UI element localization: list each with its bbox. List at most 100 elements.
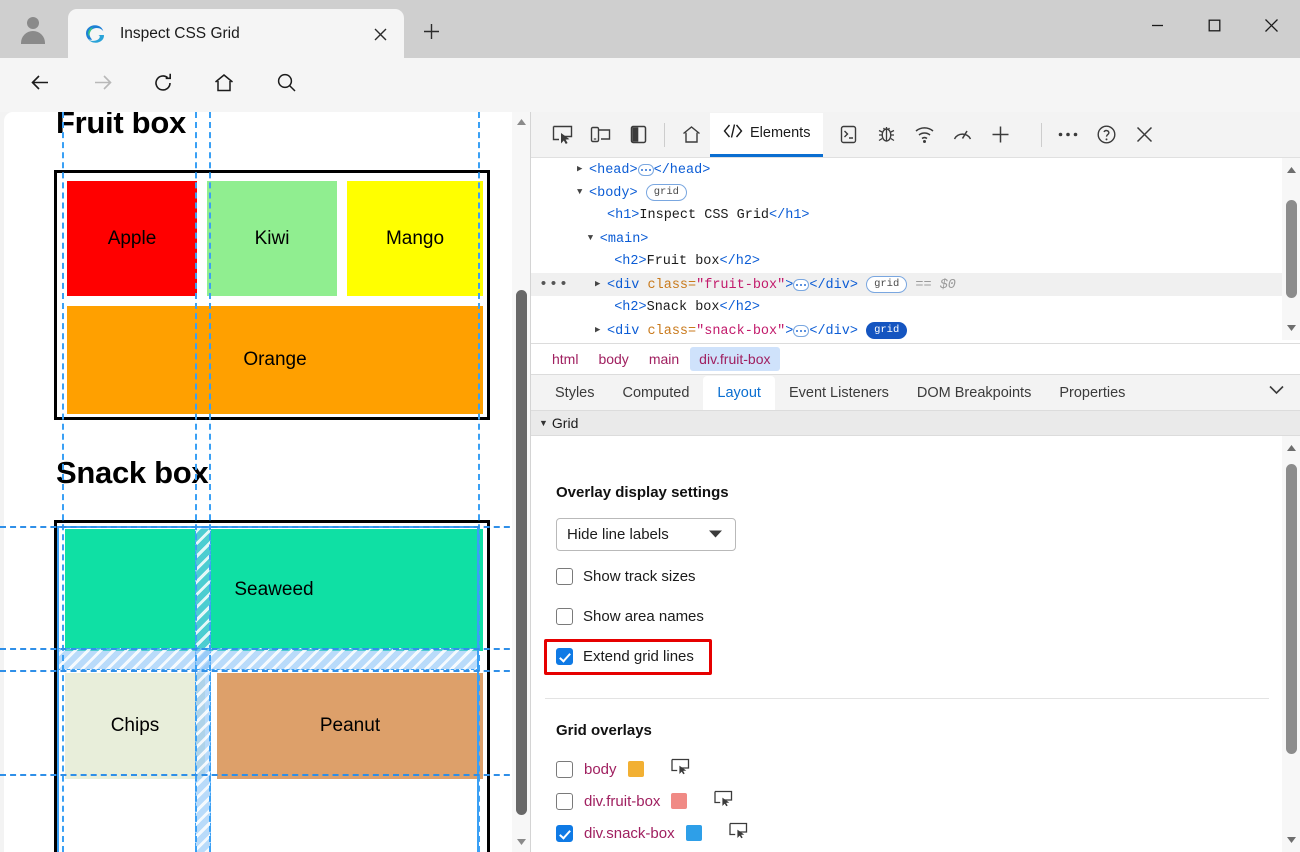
row-menu-icon[interactable]: •••: [539, 273, 569, 296]
checkbox-box[interactable]: [556, 568, 573, 585]
overlay-color-swatch[interactable]: [685, 825, 702, 841]
expand-triangle-icon[interactable]: ▶: [577, 158, 589, 181]
scroll-up-arrow-icon[interactable]: [1282, 160, 1300, 180]
search-icon: [276, 72, 297, 98]
snack-cell-seaweed: Seaweed: [65, 529, 483, 651]
page-canvas: Fruit box Apple Kiwi Mango Orange Snack …: [4, 112, 512, 852]
show-element-icon[interactable]: [714, 790, 734, 812]
dom-tree-row[interactable]: <h2>Snack box</h2>: [531, 296, 1300, 319]
profile-button[interactable]: [10, 8, 56, 50]
expand-children-icon[interactable]: [793, 278, 810, 291]
breadcrumb-item-div-fruit-box[interactable]: div.fruit-box: [690, 347, 780, 371]
checkbox-box[interactable]: [556, 824, 573, 842]
scroll-down-arrow-icon[interactable]: [1282, 318, 1300, 338]
collapse-triangle-icon[interactable]: ▼: [577, 181, 589, 204]
panel-tab-properties[interactable]: Properties: [1045, 376, 1139, 410]
dom-tree-row[interactable]: ▶ <head> </head>: [531, 158, 1300, 181]
expand-children-icon[interactable]: [637, 163, 654, 176]
maximize-button[interactable]: [1186, 0, 1243, 50]
close-window-button[interactable]: [1243, 0, 1300, 50]
checkbox-extend-grid-lines[interactable]: Extend grid lines: [556, 648, 694, 665]
overlay-color-swatch[interactable]: [671, 793, 688, 809]
overlay-row-body[interactable]: body: [556, 758, 691, 780]
more-tools-plus-icon[interactable]: [981, 116, 1019, 154]
scroll-down-arrow-icon[interactable]: [1282, 830, 1300, 850]
devtools-close-icon[interactable]: [1125, 116, 1163, 154]
refresh-button[interactable]: [145, 68, 181, 102]
dom-tree-row[interactable]: ▼ <body> grid: [531, 181, 1300, 204]
overlay-label: div.snack-box: [584, 824, 675, 842]
show-element-icon[interactable]: [670, 758, 691, 780]
overlay-row-fruit-box[interactable]: div.fruit-box: [556, 790, 734, 812]
bug-debugger-icon[interactable]: [867, 116, 905, 154]
layout-scrollbar-thumb[interactable]: [1286, 464, 1297, 754]
panel-tab-dom-breakpoints[interactable]: DOM Breakpoints: [903, 376, 1045, 410]
dom-tree-row[interactable]: ••• ▶ <div class="fruit-box"> </div> grid =…: [531, 273, 1300, 296]
breadcrumb-item-main[interactable]: main: [640, 347, 688, 371]
show-element-icon[interactable]: [728, 822, 749, 844]
checkbox-box[interactable]: [556, 792, 573, 810]
page-scrollbar[interactable]: [512, 112, 530, 852]
network-wifi-icon[interactable]: [905, 116, 943, 154]
home-icon[interactable]: [672, 116, 710, 154]
overlay-label: div.fruit-box: [584, 792, 661, 810]
grid-line-horizontal: [0, 648, 530, 650]
expand-triangle-icon[interactable]: ▶: [595, 319, 607, 340]
panel-tab-layout[interactable]: Layout: [703, 375, 775, 410]
page-scrollbar-thumb[interactable]: [516, 290, 527, 815]
dom-tree-scrollbar[interactable]: [1282, 158, 1300, 340]
checkbox-show-area-names[interactable]: Show area names: [556, 608, 704, 625]
overlay-row-snack-box[interactable]: div.snack-box: [556, 822, 749, 844]
panel-tab-styles[interactable]: Styles: [541, 376, 609, 410]
dom-tree-row[interactable]: ▼ <main>: [531, 227, 1300, 250]
devtools-more-options-icon[interactable]: [1049, 116, 1087, 154]
checkbox-box[interactable]: [556, 648, 573, 665]
browser-tab[interactable]: Inspect CSS Grid: [68, 9, 404, 58]
home-button[interactable]: [206, 68, 242, 102]
grid-line-vertical: [62, 112, 64, 852]
console-terminal-icon[interactable]: [829, 116, 867, 154]
dom-tree-row[interactable]: ▶ <div class="snack-box"> </div> grid: [531, 319, 1300, 340]
tab-elements[interactable]: Elements: [710, 112, 824, 157]
back-button[interactable]: [22, 68, 58, 102]
chevron-down-icon[interactable]: [1268, 383, 1285, 401]
grid-badge[interactable]: grid: [866, 276, 908, 293]
dual-screen-icon[interactable]: [619, 116, 657, 154]
layout-panel-scrollbar[interactable]: [1282, 436, 1300, 852]
scroll-up-arrow-icon[interactable]: [1282, 438, 1300, 458]
expand-triangle-icon[interactable]: ▶: [595, 273, 607, 296]
panel-tab-bar[interactable]: Styles Computed Layout Event Listeners DOM B…: [531, 375, 1300, 411]
dom-tree-row[interactable]: <h2>Fruit box</h2>: [531, 250, 1300, 273]
panel-tab-computed[interactable]: Computed: [609, 376, 704, 410]
breadcrumb-item-body[interactable]: body: [589, 347, 637, 371]
minimize-button[interactable]: [1129, 0, 1186, 50]
breadcrumb-item-html[interactable]: html: [543, 347, 587, 371]
scroll-up-arrow-icon[interactable]: [512, 112, 530, 132]
performance-gauge-icon[interactable]: [943, 116, 981, 154]
collapse-triangle-icon[interactable]: ▼: [588, 227, 600, 250]
panel-tab-event-listeners[interactable]: Event Listeners: [775, 376, 903, 410]
device-emulation-icon[interactable]: [581, 116, 619, 154]
new-tab-button[interactable]: [414, 18, 448, 50]
overlay-settings-title: Overlay display settings: [556, 484, 729, 501]
help-question-icon[interactable]: [1087, 116, 1125, 154]
grid-section-header[interactable]: ▼ Grid: [531, 411, 1300, 436]
selected-node-ref: == $0: [915, 278, 956, 294]
checkbox-box[interactable]: [556, 608, 573, 625]
dom-tree-scrollbar-thumb[interactable]: [1286, 200, 1297, 298]
window-controls: [1129, 0, 1300, 58]
scroll-down-arrow-icon[interactable]: [512, 832, 530, 852]
expand-children-icon[interactable]: [793, 324, 810, 337]
breadcrumb[interactable]: html body main div.fruit-box: [531, 343, 1300, 375]
grid-badge-active[interactable]: grid: [866, 322, 908, 339]
dom-tree-row[interactable]: <h1>Inspect CSS Grid</h1>: [531, 204, 1300, 227]
overlay-color-swatch[interactable]: [627, 761, 644, 777]
checkbox-show-track-sizes[interactable]: Show track sizes: [556, 568, 696, 585]
line-labels-select[interactable]: Hide line labels: [556, 518, 736, 551]
dom-tree[interactable]: ▶ <head> </head> ▼ <body> grid <h1>Inspect CS…: [531, 158, 1300, 340]
inspect-element-icon[interactable]: [543, 116, 581, 154]
checkbox-box[interactable]: [556, 760, 573, 778]
close-icon[interactable]: [368, 22, 392, 46]
search-button[interactable]: [268, 68, 304, 102]
grid-badge[interactable]: grid: [645, 184, 687, 201]
